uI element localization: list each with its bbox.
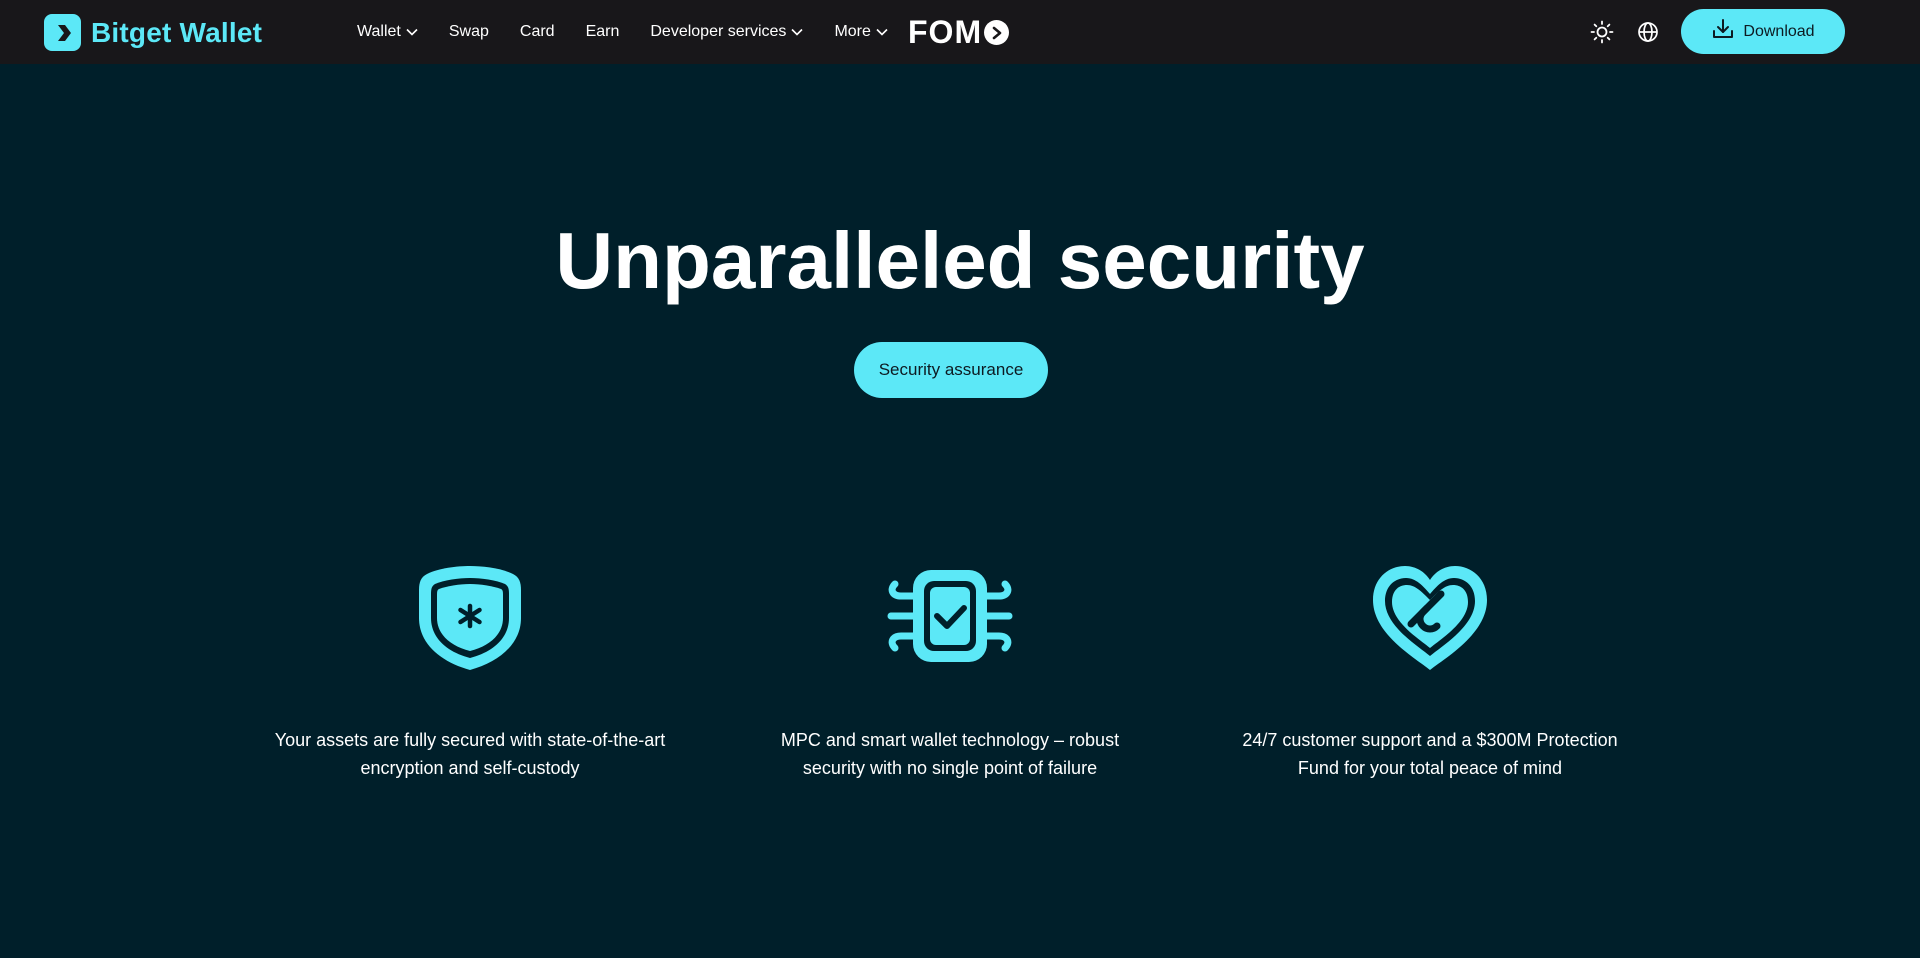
download-icon	[1711, 17, 1735, 46]
security-assurance-button[interactable]: Security assurance	[854, 342, 1048, 398]
chevron-down-icon	[791, 28, 804, 36]
nav-item-label: Card	[519, 23, 555, 40]
shield-asterisk-icon	[419, 566, 521, 670]
main-nav: Wallet Swap Card Earn Developer services…	[357, 0, 919, 64]
heart-handshake-icon	[1373, 566, 1487, 670]
theme-sun-icon[interactable]	[1589, 19, 1615, 45]
globe-icon[interactable]	[1635, 19, 1661, 45]
nav-item-developer-services[interactable]: Developer services	[650, 23, 804, 41]
chevron-down-icon	[876, 28, 888, 36]
bitget-logo-icon	[44, 14, 81, 51]
nav-item-label: Developer services	[650, 23, 787, 40]
feature-card: MPC and smart wallet technology – robust…	[750, 558, 1150, 778]
feature-card: Your assets are fully secured with state…	[270, 558, 670, 778]
nav-item-more[interactable]: More	[834, 23, 888, 41]
feature-card: 24/7 customer support and a $300M Protec…	[1230, 558, 1630, 778]
nav-item-label: Wallet	[357, 23, 401, 40]
nav-item-swap[interactable]: Swap	[449, 23, 489, 41]
download-label: Download	[1743, 22, 1815, 40]
top-navbar: Bitget Wallet Wallet Swap Card Earn Deve…	[0, 0, 1920, 64]
nav-item-card[interactable]: Card	[520, 23, 555, 41]
fomo-arrow-icon	[984, 20, 1010, 45]
feature-description: Your assets are fully secured with state…	[274, 730, 666, 778]
nav-item-label: Swap	[448, 23, 489, 40]
chip-check-icon	[887, 570, 1013, 662]
nav-item-earn[interactable]: Earn	[586, 23, 620, 41]
nav-item-label: Earn	[585, 23, 620, 40]
nav-item-label: More	[834, 23, 871, 40]
fomo-logo[interactable]: FOM	[908, 14, 1010, 51]
page-title: Unparalleled security	[555, 216, 1365, 305]
brand-logo[interactable]: Bitget Wallet	[44, 14, 262, 51]
feature-description: MPC and smart wallet technology – robust…	[780, 730, 1120, 778]
brand-name: Bitget Wallet	[91, 16, 263, 48]
feature-description: 24/7 customer support and a $300M Protec…	[1242, 730, 1618, 778]
nav-item-wallet[interactable]: Wallet	[357, 23, 418, 41]
download-button[interactable]: Download	[1681, 9, 1845, 54]
chevron-down-icon	[406, 28, 418, 36]
fomo-logo-text: FOM	[908, 14, 983, 50]
